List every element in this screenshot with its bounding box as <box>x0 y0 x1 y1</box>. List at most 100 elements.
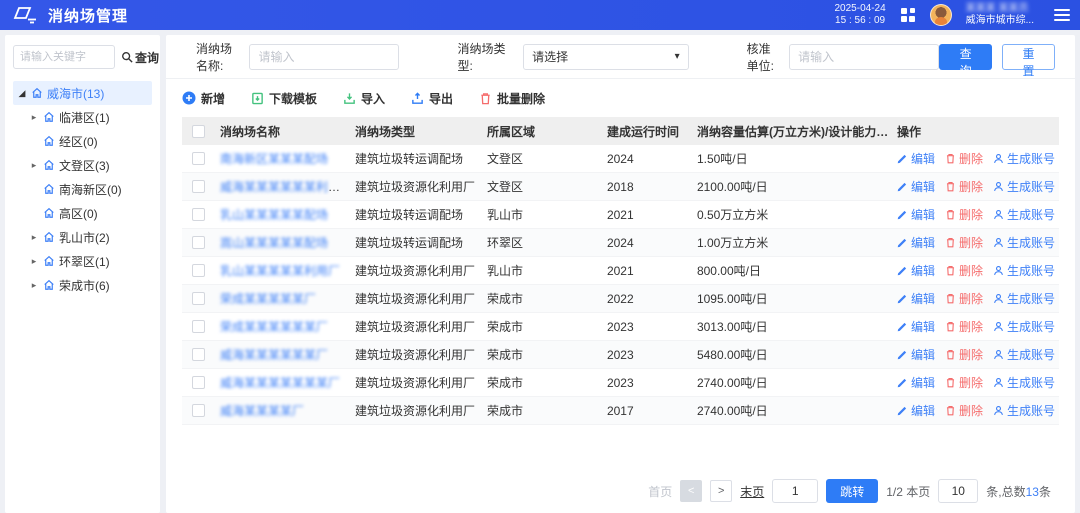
tree-caret-icon[interactable]: ▸ <box>29 280 39 291</box>
tree-item[interactable]: ▸ 环翠区(1) <box>13 249 152 273</box>
generate-account-button[interactable]: 生成账号 <box>993 234 1055 251</box>
site-name-link[interactable]: 荣成某某某某某厂 <box>220 292 316 306</box>
last-page-button[interactable]: 末页 <box>740 483 764 500</box>
batch-delete-button[interactable]: 批量删除 <box>479 90 545 107</box>
download-template-button[interactable]: 下载模板 <box>251 90 317 107</box>
hamburger-menu-icon[interactable] <box>1054 9 1070 21</box>
row-checkbox[interactable] <box>192 320 205 333</box>
row-checkbox[interactable] <box>192 348 205 361</box>
generate-account-button[interactable]: 生成账号 <box>993 290 1055 307</box>
tree-caret-icon[interactable]: ▸ <box>29 160 39 171</box>
row-checkbox[interactable] <box>192 236 205 249</box>
edit-button[interactable]: 编辑 <box>897 150 935 167</box>
search-icon <box>121 51 133 63</box>
first-page-button[interactable]: 首页 <box>648 483 672 500</box>
approval-unit-input[interactable] <box>789 44 939 70</box>
row-checkbox[interactable] <box>192 180 205 193</box>
tree-item[interactable]: 南海新区(0) <box>13 177 152 201</box>
keyword-search-input[interactable] <box>13 45 115 69</box>
delete-button[interactable]: 删除 <box>945 374 983 391</box>
reset-button[interactable]: 重置 <box>1002 44 1055 70</box>
delete-button[interactable]: 删除 <box>945 234 983 251</box>
site-type-cell: 建筑垃圾资源化利用厂 <box>351 346 483 363</box>
generate-account-button[interactable]: 生成账号 <box>993 346 1055 363</box>
jump-button[interactable]: 跳转 <box>826 479 878 503</box>
generate-account-button[interactable]: 生成账号 <box>993 150 1055 167</box>
site-name-link[interactable]: 威海某某某某某某某厂 <box>220 376 340 390</box>
generate-account-button[interactable]: 生成账号 <box>993 262 1055 279</box>
site-name-link[interactable]: 威海某某某某厂 <box>220 404 304 418</box>
edit-button[interactable]: 编辑 <box>897 318 935 335</box>
site-name-link[interactable]: 荣成某某某某某某厂 <box>220 320 328 334</box>
generate-account-button[interactable]: 生成账号 <box>993 318 1055 335</box>
delete-button[interactable]: 删除 <box>945 318 983 335</box>
query-button[interactable]: 查询 <box>939 44 992 70</box>
export-button[interactable]: 导出 <box>411 90 453 107</box>
generate-account-button[interactable]: 生成账号 <box>993 178 1055 195</box>
site-name-link[interactable]: 威海某某某某某某利用厂 <box>220 180 351 194</box>
tree-item[interactable]: ▸ 乳山市(2) <box>13 225 152 249</box>
tree-item[interactable]: 经区(0) <box>13 129 152 153</box>
delete-button[interactable]: 删除 <box>945 206 983 223</box>
row-checkbox[interactable] <box>192 376 205 389</box>
row-checkbox[interactable] <box>192 404 205 417</box>
row-checkbox[interactable] <box>192 208 205 221</box>
user-avatar[interactable] <box>930 4 952 26</box>
tree-item[interactable]: ▸ 荣成市(6) <box>13 273 152 297</box>
site-capacity-cell: 2740.00吨/日 <box>693 402 893 419</box>
edit-button[interactable]: 编辑 <box>897 262 935 279</box>
site-name-link[interactable]: 嵩山某某某某某配场 <box>220 236 328 250</box>
select-all-checkbox[interactable] <box>192 125 205 138</box>
row-checkbox[interactable] <box>192 264 205 277</box>
page-number-input[interactable] <box>772 479 818 503</box>
site-name-link[interactable]: 乳山某某某某某利用厂 <box>220 264 340 278</box>
delete-button[interactable]: 删除 <box>945 262 983 279</box>
site-type-cell: 建筑垃圾资源化利用厂 <box>351 318 483 335</box>
site-capacity-cell: 2100.00吨/日 <box>693 178 893 195</box>
edit-button[interactable]: 编辑 <box>897 346 935 363</box>
tree-item[interactable]: ▸ 临港区(1) <box>13 105 152 129</box>
delete-button[interactable]: 删除 <box>945 290 983 307</box>
trash-icon <box>945 181 956 192</box>
delete-button[interactable]: 删除 <box>945 150 983 167</box>
site-name-link[interactable]: 威海某某某某某某厂 <box>220 348 328 362</box>
tree-caret-icon[interactable]: ▸ <box>29 232 39 243</box>
edit-button[interactable]: 编辑 <box>897 178 935 195</box>
tree-caret-icon[interactable]: ▸ <box>29 256 39 267</box>
add-button[interactable]: 新增 <box>182 90 225 107</box>
edit-button[interactable]: 编辑 <box>897 206 935 223</box>
row-checkbox[interactable] <box>192 292 205 305</box>
page-size-input[interactable] <box>938 479 978 503</box>
edit-button[interactable]: 编辑 <box>897 374 935 391</box>
import-button[interactable]: 导入 <box>343 90 385 107</box>
next-page-button[interactable]: > <box>710 480 732 502</box>
row-checkbox[interactable] <box>192 152 205 165</box>
user-info[interactable]: 某某某 某某员 威海市城市综... <box>966 3 1034 27</box>
tree-item[interactable]: 高区(0) <box>13 201 152 225</box>
generate-account-button[interactable]: 生成账号 <box>993 374 1055 391</box>
chevron-down-icon: ▾ <box>675 51 680 62</box>
apps-grid-icon[interactable] <box>900 7 916 23</box>
site-capacity-cell: 3013.00吨/日 <box>693 318 893 335</box>
delete-button[interactable]: 删除 <box>945 402 983 419</box>
site-type-select[interactable]: 请选择 ▾ <box>523 44 688 70</box>
tree-item[interactable]: ▸ 文登区(3) <box>13 153 152 177</box>
site-year-cell: 2024 <box>603 236 693 250</box>
table-row: 乳山某某某某某配场 建筑垃圾转运调配场 乳山市 2021 0.50万立方米 编辑… <box>182 201 1059 229</box>
edit-button[interactable]: 编辑 <box>897 402 935 419</box>
site-name-input[interactable] <box>249 44 399 70</box>
top-header: 消纳场管理 2025-04-24 15 : 56 : 09 某某某 某某员 威海… <box>0 0 1080 30</box>
tree-caret-icon[interactable]: ◢ <box>17 88 27 99</box>
tree-item[interactable]: ◢ 威海市(13) <box>13 81 152 105</box>
edit-button[interactable]: 编辑 <box>897 290 935 307</box>
sidebar-search-button[interactable]: 查询 <box>121 49 159 66</box>
tree-caret-icon[interactable]: ▸ <box>29 112 39 123</box>
prev-page-button[interactable]: < <box>680 480 702 502</box>
site-name-link[interactable]: 南海新区某某某配场 <box>220 152 328 166</box>
delete-button[interactable]: 删除 <box>945 178 983 195</box>
generate-account-button[interactable]: 生成账号 <box>993 402 1055 419</box>
site-name-link[interactable]: 乳山某某某某某配场 <box>220 208 328 222</box>
delete-button[interactable]: 删除 <box>945 346 983 363</box>
generate-account-button[interactable]: 生成账号 <box>993 206 1055 223</box>
edit-button[interactable]: 编辑 <box>897 234 935 251</box>
